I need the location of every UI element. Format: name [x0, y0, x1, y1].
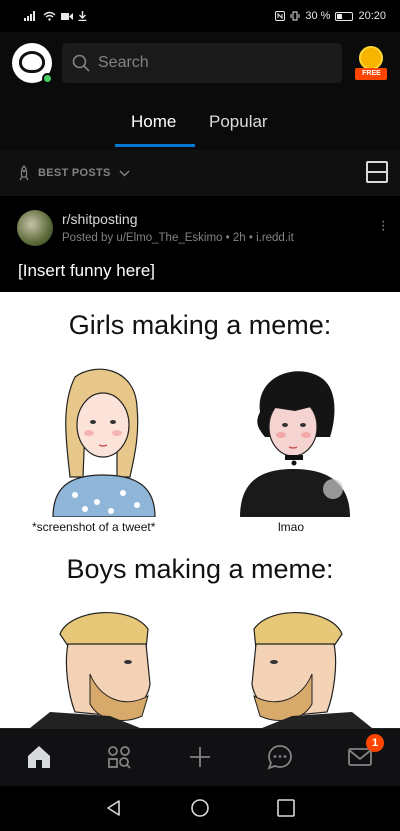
- bearded-man-left-illustration: [30, 611, 151, 728]
- more-options-icon[interactable]: · · ·: [381, 214, 386, 238]
- tab-popular[interactable]: Popular: [209, 112, 268, 132]
- search-input[interactable]: [98, 54, 328, 72]
- nav-create[interactable]: [186, 743, 216, 773]
- signal-icon: [24, 11, 35, 21]
- clock: 20:20: [358, 10, 386, 22]
- avatar-face-icon: [19, 51, 45, 73]
- sort-bar: BEST POSTS: [0, 150, 400, 196]
- coin-icon: [359, 46, 384, 70]
- premium-button[interactable]: FREE: [354, 44, 388, 82]
- subreddit-avatar[interactable]: [17, 210, 53, 246]
- free-badge: FREE: [355, 68, 388, 80]
- nav-chat[interactable]: [266, 743, 296, 773]
- meme-heading-top: Girls making a meme:: [68, 310, 332, 340]
- blonde-girl-illustration: [52, 368, 156, 517]
- post-image[interactable]: Girls making a meme: *screenshot of a tw…: [0, 292, 400, 728]
- system-navigation-bar: [0, 786, 400, 831]
- post-meta: Posted by u/Elmo_The_Eskimo • 2h • i.red…: [62, 232, 294, 244]
- active-tab-indicator: [115, 144, 195, 147]
- nfc-icon: [275, 11, 286, 21]
- nav-inbox[interactable]: 1: [346, 734, 384, 773]
- home-icon: [28, 746, 50, 768]
- nav-communities[interactable]: [105, 743, 135, 773]
- meme-caption-left: *screenshot of a tweet*: [32, 520, 156, 534]
- vibrate-icon: [290, 11, 300, 21]
- subreddit-name[interactable]: r/shitposting: [62, 211, 137, 227]
- battery-percent: 30 %: [305, 10, 331, 22]
- bottom-navigation: 1: [0, 728, 400, 786]
- bearded-man-right-illustration: [251, 611, 372, 728]
- chevron-down-icon[interactable]: [119, 169, 130, 177]
- home-circle-icon[interactable]: [190, 798, 210, 818]
- post-card[interactable]: r/shitposting Posted by u/Elmo_The_Eskim…: [0, 196, 400, 290]
- meme-heading-bottom: Boys making a meme:: [66, 554, 334, 584]
- search-bar[interactable]: [62, 43, 343, 83]
- back-icon[interactable]: [104, 798, 124, 818]
- view-layout-button[interactable]: [366, 161, 388, 183]
- chat-icon: [267, 745, 292, 770]
- wifi-icon: [43, 11, 56, 21]
- rocket-icon: [19, 165, 29, 181]
- communities-icon: [108, 746, 131, 769]
- recents-icon[interactable]: [276, 798, 296, 818]
- feed-tabs: Home Popular: [0, 94, 400, 150]
- post-title[interactable]: [Insert funny here]: [18, 261, 155, 281]
- plus-icon: [190, 747, 210, 767]
- meme-caption-right: lmao: [278, 520, 305, 534]
- status-bar: 30 % 20:20: [0, 0, 400, 32]
- app-header: FREE: [0, 32, 400, 94]
- user-avatar[interactable]: [12, 43, 53, 84]
- status-icons-left: [24, 11, 87, 21]
- search-icon: [72, 54, 90, 72]
- nav-home[interactable]: [25, 743, 55, 773]
- tab-home[interactable]: Home: [131, 112, 176, 132]
- inbox-badge: 1: [366, 734, 384, 752]
- online-status-icon: [42, 73, 53, 84]
- dark-hair-girl-illustration: [240, 371, 350, 517]
- sort-label[interactable]: BEST POSTS: [38, 167, 111, 179]
- download-icon: [78, 11, 87, 21]
- status-icons-right: 30 % 20:20: [275, 10, 386, 22]
- video-icon: [61, 12, 73, 20]
- battery-icon: [335, 11, 354, 21]
